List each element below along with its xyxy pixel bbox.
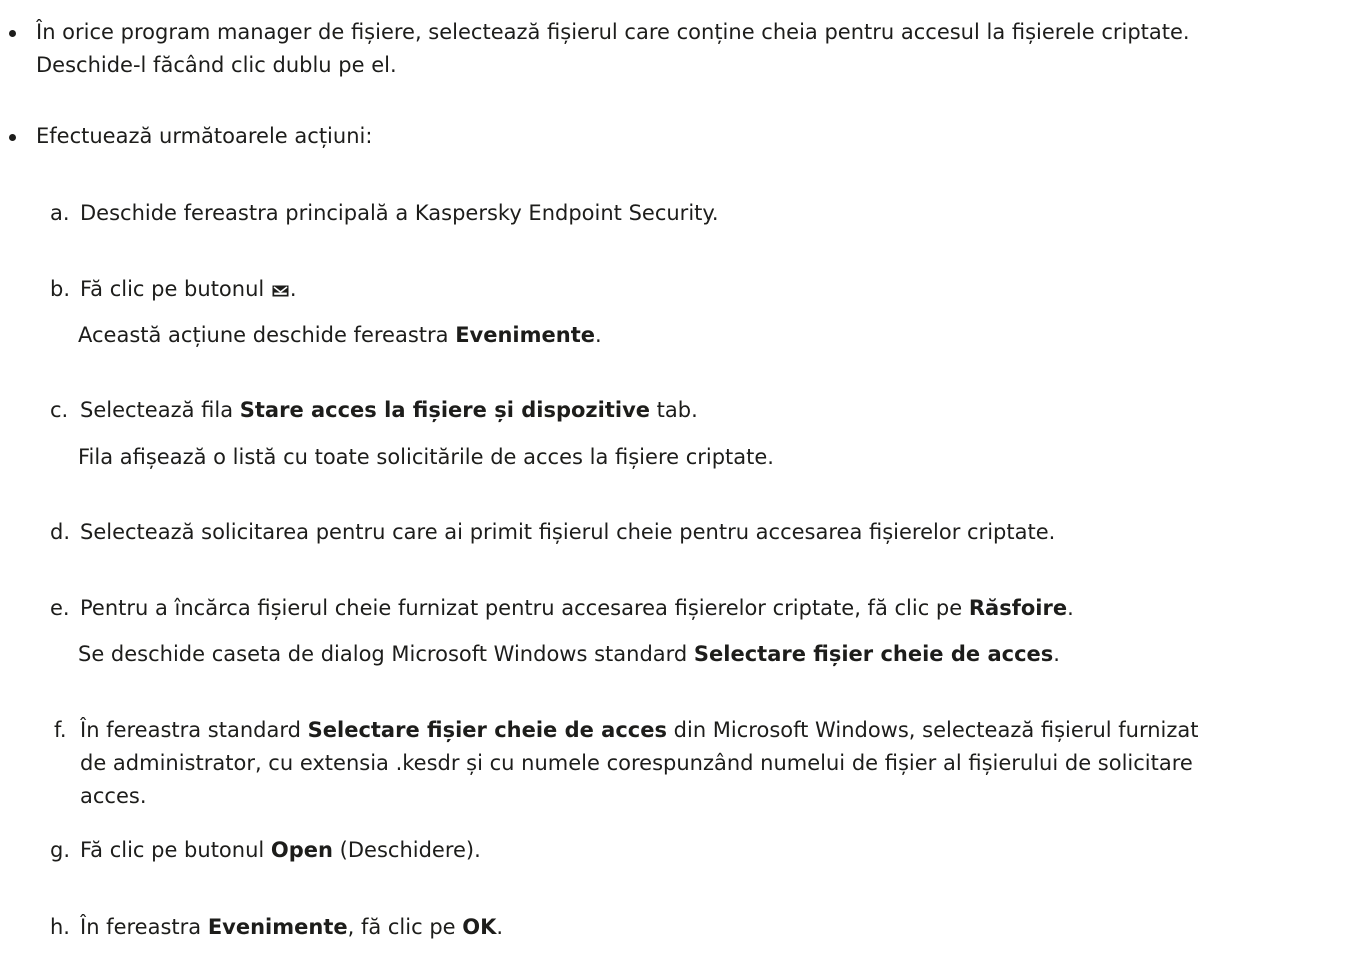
bullet-text: Efectuează următoarele acțiuni: (36, 124, 373, 148)
step-text-part: . (496, 915, 504, 939)
bullet-line: Deschide-l făcând clic dublu pe el. (36, 53, 397, 77)
instructions-document: În orice program manager de fișiere, sel… (0, 0, 1370, 961)
button-name-browse: Răsfoire (968, 596, 1068, 620)
window-name-events: Evenimente (455, 323, 595, 347)
step-result-text: Se deschide caseta de dialog Microsoft W… (78, 638, 1358, 671)
step-text-part: Se deschide caseta de dialog Microsoft W… (78, 642, 694, 666)
step-text-part: În fereastra standard (80, 718, 308, 742)
step-text-line: acces. (80, 784, 147, 808)
bullet-dot (9, 30, 16, 37)
bullet-text: În orice program manager de fișiere, sel… (36, 16, 1366, 82)
step-text-part: din Microsoft Windows, selectează fișier… (666, 718, 1199, 742)
step-marker: b. (50, 277, 71, 301)
window-name-events: Evenimente (207, 915, 348, 939)
step-result-text: Fila afișează o listă cu toate solicităr… (78, 445, 774, 469)
bullet-line: În orice program manager de fișiere, sel… (36, 20, 1190, 44)
step-text-part: Această acțiune deschide fereastra (78, 323, 456, 347)
step-text: În fereastra Evenimente, fă clic pe OK. (80, 911, 1360, 944)
button-name-open: Open (270, 838, 333, 862)
dialog-name-select-key: Selectare fișier cheie de acces (693, 642, 1054, 666)
step-text-part: tab. (650, 398, 698, 422)
step-text: Fă clic pe butonul Open (Deschidere). (80, 834, 1360, 867)
step-text: Selectează solicitarea pentru care ai pr… (80, 520, 1056, 544)
step-result-text: Această acțiune deschide fereastra Eveni… (78, 319, 1358, 352)
step-marker: c. (50, 398, 69, 422)
step-text: Deschide fereastra principală a Kaspersk… (80, 201, 719, 225)
step-text-part: Fă clic pe butonul (80, 277, 265, 301)
step-marker: h. (50, 915, 70, 939)
step-text-part: . (1067, 596, 1074, 620)
step-text-part: Fă clic pe butonul (80, 838, 271, 862)
step-text-part: (Deschidere). (333, 838, 481, 862)
step-marker: g. (50, 838, 71, 862)
dialog-name-select-key: Selectare fișier cheie de acces (307, 718, 667, 742)
tab-name-file-access: Stare acces la fișiere și dispozitive (239, 398, 650, 422)
step-text-part: Selectează fila (80, 398, 240, 422)
step-text-part: Pentru a încărca fișierul cheie furnizat… (80, 596, 969, 620)
button-name-ok: OK (462, 915, 497, 939)
mail-icon (272, 285, 289, 297)
step-text: Fă clic pe butonul . (80, 273, 1360, 306)
step-text-part: . (594, 323, 602, 347)
step-text-part: . (1053, 642, 1060, 666)
step-text: Pentru a încărca fișierul cheie furnizat… (80, 592, 1360, 625)
step-text-part: , fă clic pe (347, 915, 463, 939)
step-marker: d. (50, 520, 71, 544)
step-text: Selectează fila Stare acces la fișiere ș… (80, 394, 1360, 427)
step-text-line: de administrator, cu extensia .kesdr și … (80, 751, 1193, 775)
step-text-part: . (289, 277, 297, 301)
step-text-part: În fereastra (80, 915, 208, 939)
bullet-dot (9, 134, 16, 141)
step-marker: a. (50, 201, 70, 225)
step-marker: e. (50, 596, 70, 620)
step-text: În fereastra standard Selectare fișier c… (80, 714, 1360, 747)
